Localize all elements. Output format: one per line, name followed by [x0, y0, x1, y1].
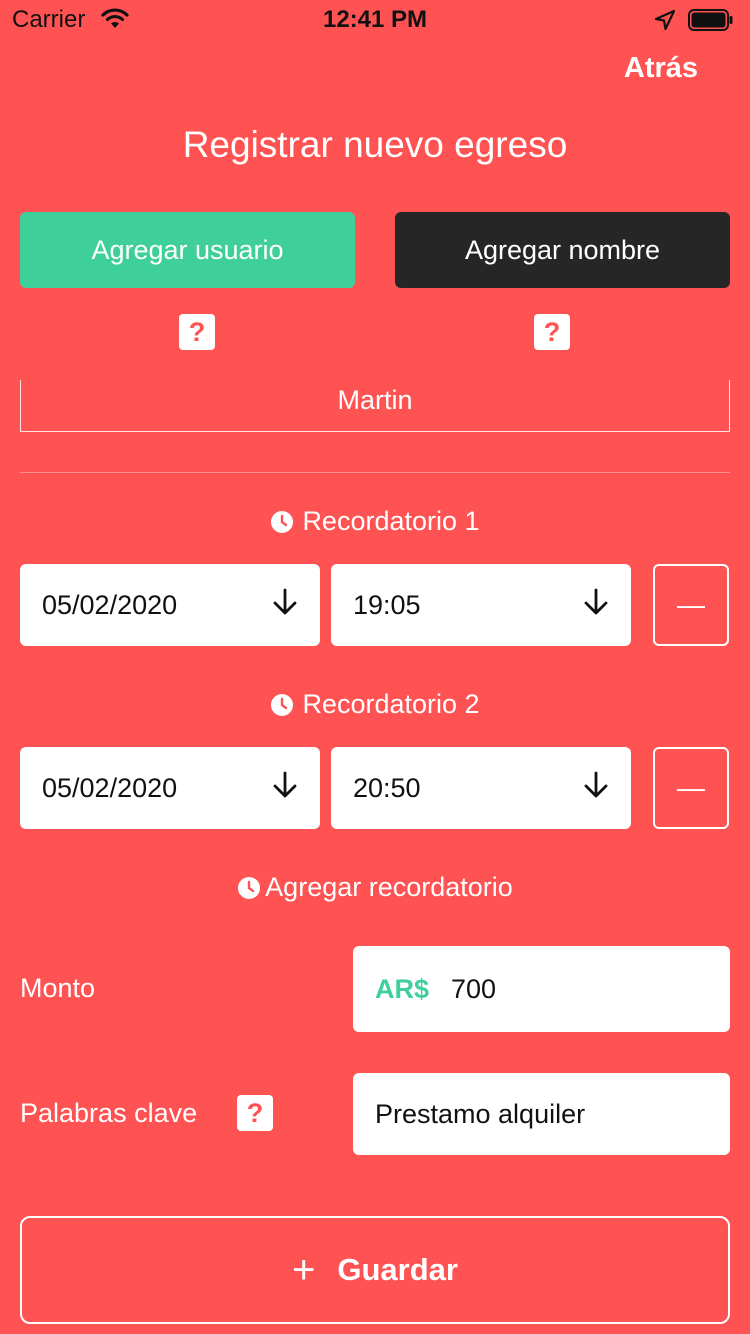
keywords-label: Palabras clave	[20, 1098, 198, 1128]
keywords-help-icon[interactable]: ?	[237, 1095, 273, 1131]
name-input[interactable]: Martin	[20, 380, 730, 432]
page-title: Registrar nuevo egreso	[182, 124, 568, 165]
add-user-button[interactable]: Agregar usuario	[20, 212, 355, 288]
keywords-value: Prestamo alquiler	[375, 1098, 586, 1129]
reminder-2-title: Recordatorio 2	[0, 689, 750, 720]
reminder-1-time-value: 19:05	[353, 589, 421, 620]
amount-label: Monto	[20, 973, 96, 1003]
plus-icon: +	[292, 1248, 316, 1292]
reminder-2-time-picker[interactable]: 20:50	[331, 747, 631, 829]
reminder-1-date-picker[interactable]: 05/02/2020	[20, 564, 320, 646]
reminder-1-title: Recordatorio 1	[0, 506, 750, 537]
amount-input[interactable]: AR$ 700	[353, 946, 730, 1032]
arrow-down-icon	[583, 588, 609, 623]
reminder-2-time-value: 20:50	[353, 772, 421, 803]
save-button[interactable]: + Guardar	[20, 1216, 730, 1324]
add-user-help-icon[interactable]: ?	[179, 314, 215, 350]
clock-icon	[270, 510, 294, 534]
reminder-1-label: Recordatorio 1	[302, 506, 480, 536]
clock-time: 12:41 PM	[322, 6, 428, 33]
clock-icon	[270, 693, 294, 717]
amount-value: 700	[451, 973, 497, 1004]
reminder-2-date-value: 05/02/2020	[42, 772, 178, 803]
currency-label: AR$	[375, 973, 430, 1004]
reminder-2-label: Recordatorio 2	[302, 689, 480, 719]
add-reminder-label: Agregar recordatorio	[265, 872, 513, 902]
location-arrow-icon	[654, 9, 676, 38]
add-name-button[interactable]: Agregar nombre	[395, 212, 730, 288]
battery-icon	[688, 9, 733, 31]
remove-reminder-2-button[interactable]: —	[653, 747, 729, 829]
arrow-down-icon	[583, 771, 609, 806]
reminder-1-date-value: 05/02/2020	[42, 589, 178, 620]
add-name-help-icon[interactable]: ?	[534, 314, 570, 350]
clock-icon	[237, 876, 261, 900]
arrow-down-icon	[272, 588, 298, 623]
add-reminder-button[interactable]: Agregar recordatorio	[0, 872, 750, 903]
divider	[20, 472, 730, 473]
status-bar: Carrier 12:41 PM	[0, 0, 750, 40]
reminder-2-date-picker[interactable]: 05/02/2020	[20, 747, 320, 829]
reminder-1-time-picker[interactable]: 19:05	[331, 564, 631, 646]
keywords-input[interactable]: Prestamo alquiler	[353, 1073, 730, 1155]
arrow-down-icon	[272, 771, 298, 806]
remove-reminder-1-button[interactable]: —	[653, 564, 729, 646]
back-button[interactable]: Atrás	[624, 52, 698, 85]
save-label: Guardar	[337, 1252, 458, 1287]
